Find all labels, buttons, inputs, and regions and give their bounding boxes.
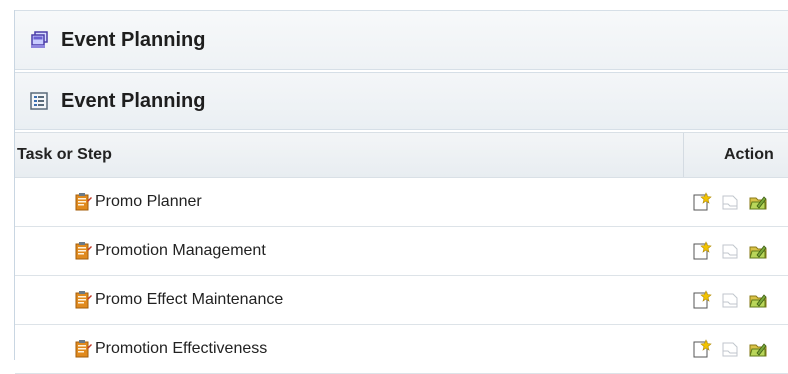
table-row: Promo Planner	[15, 178, 788, 227]
task-document-icon	[73, 241, 93, 261]
row-actions	[692, 241, 768, 261]
create-icon[interactable]	[692, 192, 712, 212]
view-icon[interactable]	[720, 241, 740, 261]
task-label: Promotion Management	[95, 242, 266, 259]
window-stack-icon	[29, 30, 49, 50]
edit-icon[interactable]	[748, 241, 768, 261]
create-icon[interactable]	[692, 339, 712, 359]
task-label: Promo Planner	[95, 193, 202, 210]
edit-icon[interactable]	[748, 290, 768, 310]
task-label: Promotion Effectiveness	[95, 340, 268, 357]
column-header-task: Task or Step	[17, 146, 112, 163]
create-icon[interactable]	[692, 290, 712, 310]
task-link-promotion-management[interactable]: Promotion Management	[73, 227, 266, 275]
view-icon[interactable]	[720, 192, 740, 212]
table-row: Promotion Effectiveness	[15, 325, 788, 374]
row-actions	[692, 192, 768, 212]
region-header: Event Planning	[15, 10, 788, 70]
task-list-icon	[29, 91, 49, 111]
edit-icon[interactable]	[748, 192, 768, 212]
table-row: Promo Effect Maintenance	[15, 276, 788, 325]
task-link-promo-effect-maintenance[interactable]: Promo Effect Maintenance	[73, 276, 283, 324]
task-table: Task or Step Action Promo Planner Promot…	[15, 132, 788, 374]
event-planning-panel: Event Planning Event Planning Task or St…	[14, 10, 788, 374]
table-header: Task or Step Action	[15, 132, 788, 178]
task-document-icon	[73, 339, 93, 359]
view-icon[interactable]	[720, 290, 740, 310]
view-icon[interactable]	[720, 339, 740, 359]
table-row: Promotion Management	[15, 227, 788, 276]
task-document-icon	[73, 192, 93, 212]
task-link-promo-planner[interactable]: Promo Planner	[73, 178, 202, 226]
row-actions	[692, 290, 768, 310]
subregion-title: Event Planning	[61, 89, 206, 112]
task-document-icon	[73, 290, 93, 310]
task-link-promotion-effectiveness[interactable]: Promotion Effectiveness	[73, 325, 267, 373]
region-title: Event Planning	[61, 28, 206, 51]
task-label: Promo Effect Maintenance	[95, 291, 284, 308]
edit-icon[interactable]	[748, 339, 768, 359]
column-header-action: Action	[683, 133, 788, 177]
create-icon[interactable]	[692, 241, 712, 261]
subregion-header: Event Planning	[15, 72, 788, 130]
row-actions	[692, 339, 768, 359]
